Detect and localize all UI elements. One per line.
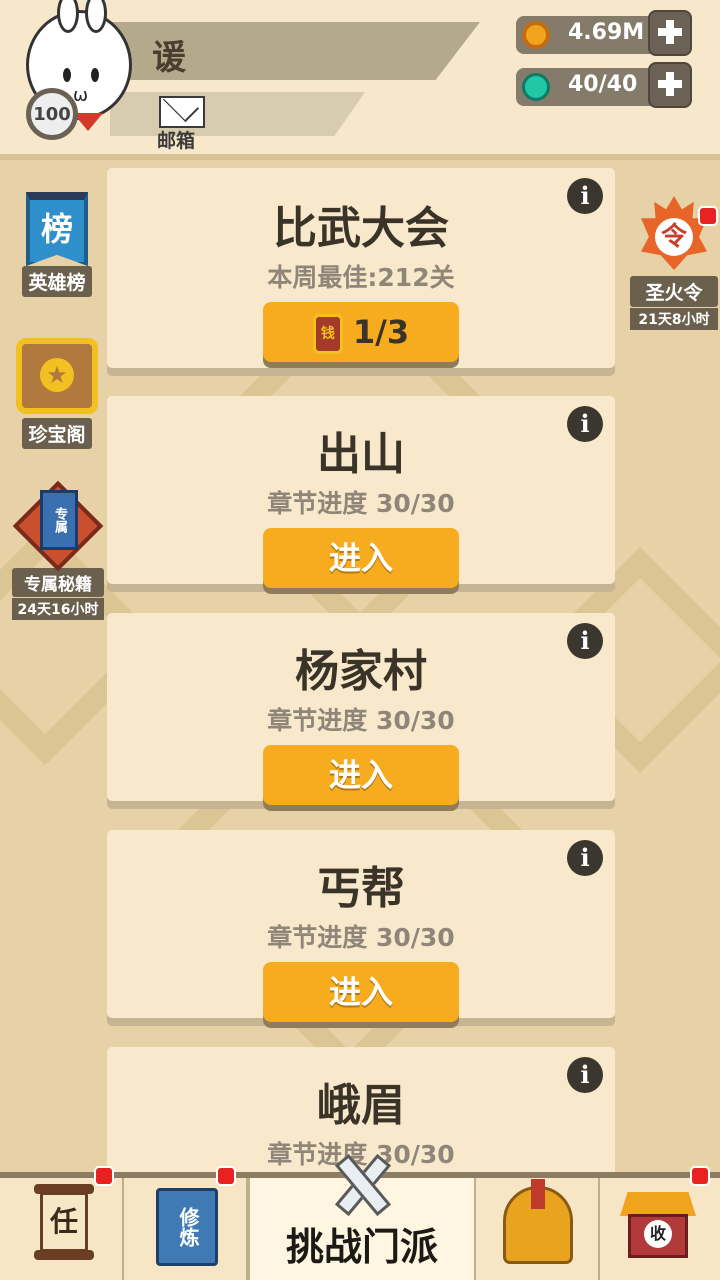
nav-shop[interactable]: 收 <box>600 1166 720 1280</box>
enter-button[interactable]: 进入 <box>263 745 459 805</box>
task-scroll-icon: 任 <box>34 1184 94 1266</box>
holy-fire-token-label: 圣火令 <box>630 276 718 307</box>
level-badge: 100 <box>26 88 78 140</box>
treasure-chest-icon <box>16 338 98 414</box>
info-icon[interactable]: i <box>567 178 603 214</box>
exclusive-manual-button[interactable]: 专属 专属秘籍 24天16小时 <box>12 480 104 620</box>
player-avatar[interactable]: ω 100 <box>20 0 135 140</box>
cultivation-book-icon: 修炼 <box>156 1188 218 1266</box>
add-energy-button[interactable] <box>648 62 692 108</box>
info-icon[interactable]: i <box>567 1057 603 1093</box>
tournament-card: i 比武大会 本周最佳:212关 钱 1/3 <box>107 168 615 368</box>
stage-card: i 出山 章节进度 30/30 进入 <box>107 396 615 588</box>
notification-dot <box>216 1166 236 1186</box>
enter-button[interactable]: 进入 <box>263 962 459 1022</box>
hero-ranking-button[interactable]: 榜 英雄榜 <box>14 192 100 297</box>
stage-card: i 丐帮 章节进度 30/30 进入 <box>107 830 615 1022</box>
shop-stall-icon: 收 <box>620 1192 696 1262</box>
envelope-icon <box>159 96 205 128</box>
coin-icon <box>522 21 550 49</box>
ticket-count: 1/3 <box>352 313 410 351</box>
treasure-pavilion-label: 珍宝阁 <box>22 418 92 449</box>
info-icon[interactable]: i <box>567 840 603 876</box>
exclusive-manual-timer: 24天16小时 <box>12 598 104 620</box>
nav-tasks[interactable]: 任 <box>0 1166 124 1280</box>
hero-ranking-label: 英雄榜 <box>22 266 92 297</box>
card-subtitle: 章节进度 30/30 <box>267 489 455 518</box>
notification-dot <box>698 206 718 226</box>
player-name: 谖 <box>152 38 186 78</box>
card-subtitle: 章节进度 30/30 <box>267 706 455 735</box>
mail-bar <box>110 92 365 136</box>
add-coins-button[interactable] <box>648 10 692 56</box>
ticket-icon: 钱 <box>312 314 343 354</box>
exclusive-manual-label: 专属秘籍 <box>12 568 104 597</box>
manual-book-icon: 专属 <box>12 480 104 572</box>
info-icon[interactable]: i <box>567 406 603 442</box>
top-header: 谖 邮箱 ω 100 4.69M 40/40 <box>0 0 720 160</box>
mailbox-button[interactable]: 邮箱 <box>157 94 209 152</box>
card-title: 杨家村 <box>295 646 427 697</box>
holy-fire-token-timer: 21天8小时 <box>630 308 718 330</box>
info-icon[interactable]: i <box>567 623 603 659</box>
notification-dot <box>690 1166 710 1186</box>
mailbox-label: 邮箱 <box>157 130 196 152</box>
stage-card: i 杨家村 章节进度 30/30 进入 <box>107 613 615 805</box>
nav-challenge-sects[interactable]: 挑战门派 <box>248 1153 476 1280</box>
treasure-pavilion-button[interactable]: 珍宝阁 <box>12 338 102 449</box>
card-subtitle: 章节进度 30/30 <box>267 923 455 952</box>
bottom-navigation: 任 修炼 挑战门派 收 <box>0 1153 720 1280</box>
notification-dot <box>94 1166 114 1186</box>
tournament-entry-button[interactable]: 钱 1/3 <box>263 302 459 362</box>
card-title: 峨眉 <box>317 1080 405 1131</box>
holy-fire-token-button[interactable]: 令 圣火令 21天8小时 <box>630 196 718 330</box>
crossed-swords-icon <box>324 1152 404 1217</box>
enter-button[interactable]: 进入 <box>263 528 459 588</box>
card-title: 比武大会 <box>273 203 449 254</box>
card-title: 丐帮 <box>317 863 405 914</box>
energy-orb-icon <box>522 73 550 101</box>
challenge-sects-label: 挑战门派 <box>285 1225 438 1269</box>
energy-counter: 40/40 <box>516 62 692 108</box>
nav-equipment[interactable] <box>476 1178 600 1280</box>
card-title: 出山 <box>317 429 405 480</box>
energy-value: 40/40 <box>568 72 638 97</box>
ranking-banner-icon: 榜 <box>26 192 88 266</box>
coin-value: 4.69M <box>568 20 645 45</box>
nav-cultivation[interactable]: 修炼 <box>124 1166 248 1280</box>
helmet-icon <box>503 1179 573 1264</box>
coin-counter: 4.69M <box>516 10 692 56</box>
card-subtitle: 本周最佳:212关 <box>267 263 455 292</box>
